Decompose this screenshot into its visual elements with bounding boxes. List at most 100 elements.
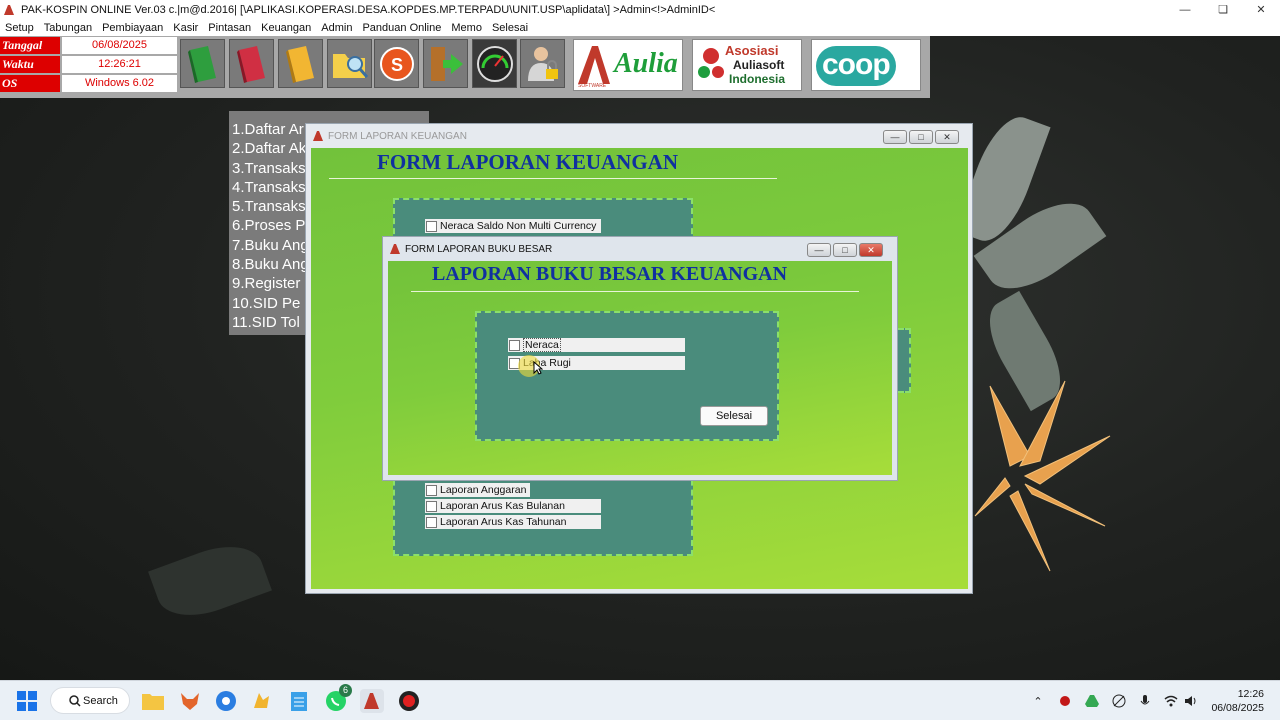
minimize-button[interactable]: — [883,130,907,144]
exit-door-button[interactable] [423,39,468,88]
indonesia-text: Indonesia [729,72,786,86]
selesai-button[interactable]: Selesai [700,406,768,426]
asosiasi-text: Asosiasi [725,43,779,58]
os-label: OS [0,75,60,92]
menu-admin[interactable]: Admin [316,22,357,34]
search-label: Search [83,694,118,707]
network-off-icon[interactable] [1111,693,1127,709]
start-button[interactable] [15,689,39,713]
notepad-taskbar-button[interactable] [287,689,311,713]
taskbar-clock[interactable]: 12:26 06/08/2025 [1211,687,1264,715]
red-book-icon [236,45,265,83]
menu-keuangan[interactable]: Keuangan [256,22,316,34]
clock-date: 06/08/2025 [1211,702,1264,714]
user-lock-button[interactable] [520,39,565,88]
app-icon [390,244,400,254]
form-keuangan-title: FORM LAPORAN KEUANGAN [328,130,467,142]
app-icon [364,693,379,709]
aulia-logo-text: Aulia [614,48,678,79]
menu-kasir[interactable]: Kasir [168,22,203,34]
record-icon [399,691,419,711]
waktu-value: 12:26:21 [62,56,177,73]
volume-icon[interactable] [1183,693,1199,709]
auliasoft-text: Auliasoft [733,58,785,72]
minimize-button[interactable]: — [807,243,831,257]
fox-app-taskbar-button[interactable] [178,689,202,713]
menu-panduan-online[interactable]: Panduan Online [357,22,446,34]
microphone-icon[interactable] [1137,693,1153,709]
os-value: Windows 6.02 [62,75,177,92]
close-button[interactable]: ✕ [935,130,959,144]
green-shortcut-button[interactable] [180,39,225,88]
yellow-shortcut-button[interactable] [278,39,323,88]
form-laporan-buku-besar-window: FORM LAPORAN BUKU BESAR — □ ✕ LAPORAN BU… [382,236,898,481]
coop-logo-text: coop [822,48,891,81]
menu-selesai[interactable]: Selesai [487,22,533,34]
tanggal-label: Tanggal [0,37,60,54]
form-keuangan-heading: FORM LAPORAN KEUANGAN [377,150,678,174]
yellow-book-icon [285,45,314,83]
checkbox[interactable] [426,484,437,496]
speedometer-button[interactable] [472,39,517,88]
browser-taskbar-button[interactable] [214,689,238,713]
maximize-button[interactable]: □ [909,130,933,144]
option-laporan-anggaran[interactable]: Laporan Anggaran [425,483,530,497]
option-neraca[interactable]: Neraca [508,338,685,352]
mouse-cursor-icon [533,361,543,375]
minimize-button[interactable]: — [1166,0,1204,19]
restore-button[interactable]: ❏ [1204,0,1242,19]
chevron-up-icon[interactable]: ⌃ [1030,693,1046,709]
aulia-logo: Aulia SOFTWARE [573,39,683,91]
checkbox[interactable] [426,500,437,512]
form-buku-besar-body: LAPORAN BUKU BESAR KEUANGAN Neraca Laba … [388,261,892,475]
divider [329,178,777,179]
s-circle-icon: S [379,46,414,81]
recorder-taskbar-button[interactable] [397,689,421,713]
app-icon [313,131,323,141]
leaf-decoration [148,533,272,629]
form-buku-besar-heading: LAPORAN BUKU BESAR KEUANGAN [432,263,788,285]
browser-icon [216,691,236,711]
menu-setup[interactable]: Setup [0,22,39,34]
red-shortcut-button[interactable] [229,39,274,88]
option-label: Neraca [523,338,561,352]
svg-text:S: S [390,55,402,75]
menu-pintasan[interactable]: Pintasan [203,22,256,34]
folder-icon [142,694,164,710]
file-explorer-taskbar-button[interactable] [141,689,165,713]
coop-logo: coop [811,39,921,91]
folder-search-button[interactable] [327,39,372,88]
menu-pembiayaan[interactable]: Pembiayaan [97,22,168,34]
option-label: Neraca Saldo Non Multi Currency [440,220,597,232]
taskbar-search[interactable]: Search [50,687,130,714]
cat-app-taskbar-button[interactable] [250,689,274,713]
wifi-icon[interactable] [1163,693,1179,709]
drive-tray-icon[interactable] [1084,693,1100,709]
app-title: PAK-KOSPIN ONLINE Ver.03 c.|m@d.2016| [\… [21,3,716,16]
whatsapp-taskbar-button[interactable]: 6 [324,684,352,713]
windows-icon [17,691,37,711]
option-laporan-arus-kas-bulanan[interactable]: Laporan Arus Kas Bulanan [425,499,601,513]
checkbox[interactable] [426,220,437,232]
option-laporan-arus-kas-tahunan[interactable]: Laporan Arus Kas Tahunan [425,515,601,529]
checkbox[interactable] [509,339,520,351]
maximize-button[interactable]: □ [833,243,857,257]
option-neraca-saldo-non-multi-currency[interactable]: Neraca Saldo Non Multi Currency [425,219,601,233]
menu-memo[interactable]: Memo [446,22,487,34]
close-button[interactable]: ✕ [859,243,883,257]
clock-time: 12:26 [1237,688,1264,700]
menu-tabungan[interactable]: Tabungan [39,22,97,34]
option-label: Laporan Arus Kas Tahunan [440,516,567,528]
cat-icon [254,693,269,708]
speedometer-icon [476,45,513,82]
record-tray-icon[interactable] [1057,693,1073,709]
checkbox[interactable] [426,516,437,528]
pak-kospin-taskbar-button[interactable] [360,689,384,713]
close-button[interactable]: ✕ [1242,0,1280,19]
divider [411,291,859,292]
tanggal-value: 06/08/2025 [62,37,177,54]
s-shortcut-button[interactable]: S [374,39,419,88]
option-label: Laporan Arus Kas Bulanan [440,500,565,512]
green-book-icon [187,45,216,83]
folder-search-icon [332,53,368,78]
